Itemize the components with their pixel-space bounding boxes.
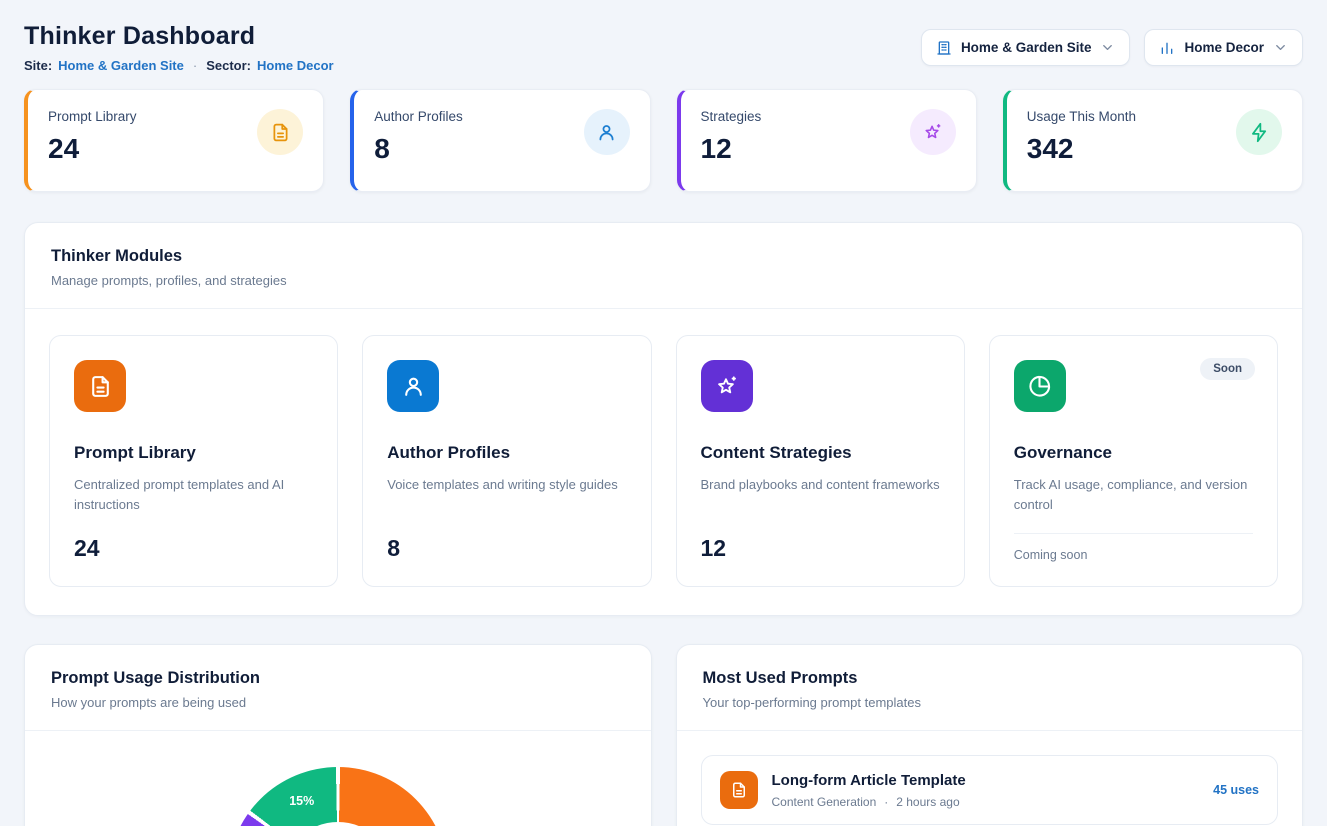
topbar-left: Thinker Dashboard Site: Home & Garden Si… xyxy=(24,22,334,73)
most-used-prompts-header: Most Used Prompts Your top-performing pr… xyxy=(677,645,1303,730)
pie-chart-icon xyxy=(1014,360,1066,412)
prompt-info: Long-form Article Template Content Gener… xyxy=(772,772,1200,809)
document-icon xyxy=(74,360,126,412)
document-icon xyxy=(257,109,303,155)
topbar-controls: Home & Garden Site Home Decor xyxy=(921,29,1303,66)
person-icon xyxy=(387,360,439,412)
stat-card-author-profiles: Author Profiles 8 xyxy=(350,89,650,192)
lightning-icon xyxy=(1236,109,1282,155)
divider xyxy=(1014,533,1253,534)
stat-text: Author Profiles 8 xyxy=(374,109,463,172)
most-used-prompts-panel: Most Used Prompts Your top-performing pr… xyxy=(676,644,1304,826)
stat-value: 342 xyxy=(1027,133,1136,165)
usage-distribution-header: Prompt Usage Distribution How your promp… xyxy=(25,645,651,730)
prompt-title: Long-form Article Template xyxy=(772,772,1200,789)
sector-selector-label: Home Decor xyxy=(1184,40,1264,55)
module-count: 12 xyxy=(701,535,940,562)
stats-row: Prompt Library 24 Author Profiles 8 Stra… xyxy=(24,89,1303,192)
module-title: Prompt Library xyxy=(74,443,313,463)
panel-subtitle: How your prompts are being used xyxy=(51,695,625,710)
panel-title: Prompt Usage Distribution xyxy=(51,669,625,688)
prompt-time: 2 hours ago xyxy=(896,795,959,809)
site-selector-label: Home & Garden Site xyxy=(961,40,1092,55)
module-title: Governance xyxy=(1014,443,1253,463)
thinker-modules-section: Thinker Modules Manage prompts, profiles… xyxy=(24,222,1303,616)
module-title: Author Profiles xyxy=(387,443,626,463)
modules-header: Thinker Modules Manage prompts, profiles… xyxy=(25,223,1302,308)
building-icon xyxy=(936,40,952,56)
prompt-meta: Content Generation · 2 hours ago xyxy=(772,795,1200,809)
usage-donut-chart-area: 15% xyxy=(25,731,651,826)
dashboard-page: Thinker Dashboard Site: Home & Garden Si… xyxy=(0,0,1327,826)
topbar: Thinker Dashboard Site: Home & Garden Si… xyxy=(24,22,1303,73)
stat-label: Prompt Library xyxy=(48,109,137,124)
panel-title: Most Used Prompts xyxy=(703,669,1277,688)
divider xyxy=(677,730,1303,731)
coming-soon-text: Coming soon xyxy=(1014,548,1253,562)
prompt-list-item[interactable]: Long-form Article Template Content Gener… xyxy=(701,755,1279,825)
site-selector-dropdown[interactable]: Home & Garden Site xyxy=(921,29,1131,66)
chevron-down-icon xyxy=(1273,40,1288,55)
modules-grid: Prompt Library Centralized prompt templa… xyxy=(25,309,1302,615)
page-title: Thinker Dashboard xyxy=(24,22,334,51)
prompt-uses-badge: 45 uses xyxy=(1213,783,1259,797)
stat-text: Prompt Library 24 xyxy=(48,109,137,172)
site-link[interactable]: Home & Garden Site xyxy=(58,58,184,73)
stat-card-usage: Usage This Month 342 xyxy=(1003,89,1303,192)
module-description: Centralized prompt templates and AI inst… xyxy=(74,475,313,515)
person-icon xyxy=(584,109,630,155)
modules-title: Thinker Modules xyxy=(51,247,1276,266)
stat-value: 24 xyxy=(48,133,137,165)
meta-dot: · xyxy=(884,795,888,809)
stat-label: Strategies xyxy=(701,109,762,124)
usage-donut: 15% xyxy=(228,767,448,826)
bar-chart-icon xyxy=(1159,40,1175,56)
soon-badge: Soon xyxy=(1200,358,1255,380)
stat-label: Usage This Month xyxy=(1027,109,1136,124)
module-description: Brand playbooks and content frameworks xyxy=(701,475,940,495)
sector-link[interactable]: Home Decor xyxy=(257,58,334,73)
modules-subtitle: Manage prompts, profiles, and strategies xyxy=(51,273,1276,288)
bottom-row: Prompt Usage Distribution How your promp… xyxy=(24,644,1303,826)
module-card-governance[interactable]: Soon Governance Track AI usage, complian… xyxy=(989,335,1278,587)
donut-hole xyxy=(283,822,393,826)
stat-text: Strategies 12 xyxy=(701,109,762,172)
site-label: Site: xyxy=(24,58,52,73)
stat-text: Usage This Month 342 xyxy=(1027,109,1136,172)
stat-card-strategies: Strategies 12 xyxy=(677,89,977,192)
stat-value: 12 xyxy=(701,133,762,165)
site-info-line: Site: Home & Garden Site · Sector: Home … xyxy=(24,58,334,73)
donut-segment-label: 15% xyxy=(280,794,324,808)
chevron-down-icon xyxy=(1100,40,1115,55)
module-card-author-profiles[interactable]: Author Profiles Voice templates and writ… xyxy=(362,335,651,587)
module-count: 8 xyxy=(387,535,626,562)
prompt-category: Content Generation xyxy=(772,795,877,809)
stat-card-prompt-library: Prompt Library 24 xyxy=(24,89,324,192)
stat-label: Author Profiles xyxy=(374,109,463,124)
separator-dot: · xyxy=(193,58,197,73)
document-icon xyxy=(720,771,758,809)
module-card-prompt-library[interactable]: Prompt Library Centralized prompt templa… xyxy=(49,335,338,587)
panel-subtitle: Your top-performing prompt templates xyxy=(703,695,1277,710)
sector-selector-dropdown[interactable]: Home Decor xyxy=(1144,29,1303,66)
module-description: Track AI usage, compliance, and version … xyxy=(1014,475,1253,515)
module-card-content-strategies[interactable]: Content Strategies Brand playbooks and c… xyxy=(676,335,965,587)
sparkle-star-icon xyxy=(701,360,753,412)
sector-label: Sector: xyxy=(206,58,251,73)
stat-value: 8 xyxy=(374,133,463,165)
sparkle-star-icon xyxy=(910,109,956,155)
module-title: Content Strategies xyxy=(701,443,940,463)
usage-distribution-panel: Prompt Usage Distribution How your promp… xyxy=(24,644,652,826)
module-description: Voice templates and writing style guides xyxy=(387,475,626,495)
module-count: 24 xyxy=(74,535,313,562)
